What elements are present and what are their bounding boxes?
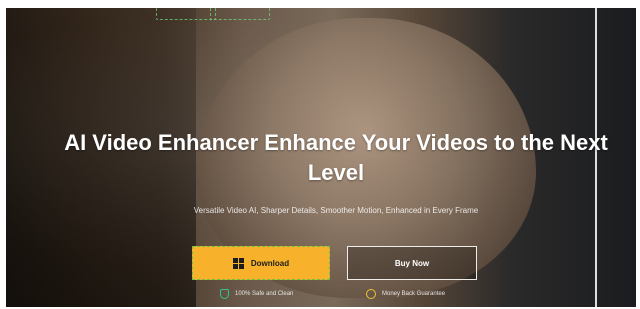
hero-section: AI Video Enhancer Enhance Your Videos to… [6,8,636,307]
buy-now-button[interactable]: Buy Now [347,246,477,280]
shield-icon [220,289,229,299]
safe-label: 100% Safe and Clean [235,291,294,297]
buy-now-button-label: Buy Now [394,258,430,268]
hero-title: AI Video Enhancer Enhance Your Videos to… [64,130,608,185]
top-nav-tab-left[interactable] [156,8,216,20]
guarantee-label: Money Back Guarantee [382,291,446,297]
top-nav-tab-right[interactable] [210,8,270,20]
safe-badge: 100% Safe and Clean [220,289,293,299]
windows-icon [232,257,244,269]
download-button-label: Download [250,258,290,268]
coin-icon [366,289,376,299]
hero-subtitle: Versatile Video AI, Sharper Details, Smo… [193,206,479,215]
download-button[interactable]: Download [192,246,330,280]
guarantee-badge: Money Back Guarantee [366,289,445,299]
